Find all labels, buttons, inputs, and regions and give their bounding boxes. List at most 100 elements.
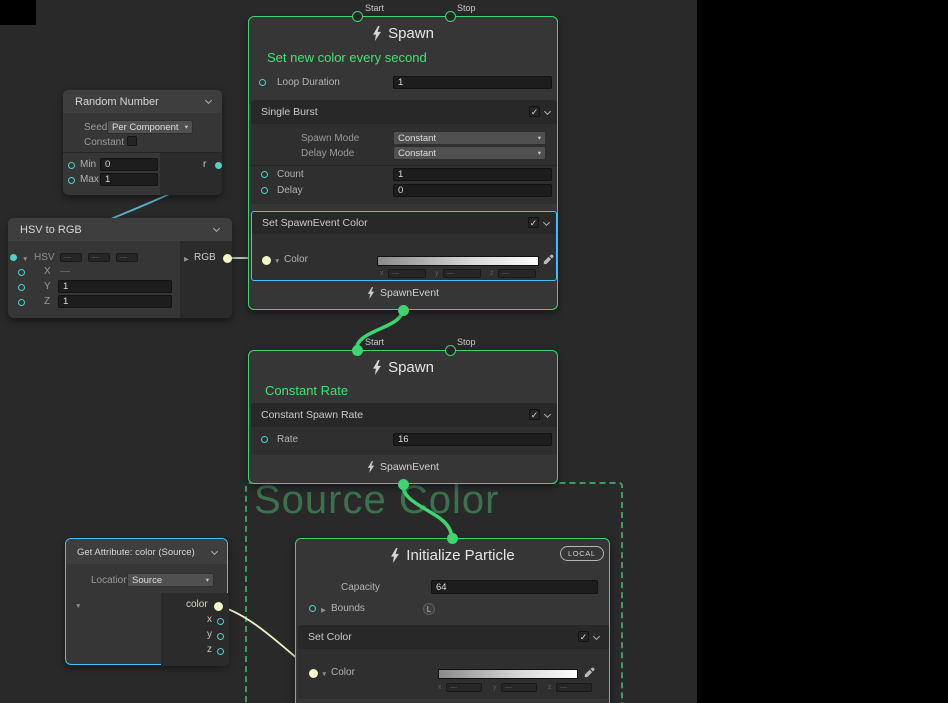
y-value: 1 [63,281,68,292]
eyedropper-icon[interactable] [584,667,595,678]
delay-mode-dropdown[interactable]: Constant▾ [393,146,546,160]
node-subtitle[interactable]: Set new color every second [267,50,427,65]
color-gradient-field[interactable] [377,256,539,266]
color-input-port[interactable] [262,256,271,265]
sub-z-label: z [490,270,494,277]
node-title: Spawn [388,25,434,42]
flow-input-port[interactable] [447,533,458,544]
hsv-expander-icon[interactable]: ▼ [22,256,28,263]
max-field[interactable]: 1 [100,173,158,186]
min-field[interactable]: 0 [100,158,158,171]
block-enabled-checkbox[interactable]: ✓ [578,631,589,642]
spawnevent-output-port[interactable] [398,305,409,316]
x-input-port[interactable] [18,269,25,276]
sub-x-label: x [438,684,442,691]
constant-checkbox[interactable] [127,136,137,146]
spawn-context-2[interactable]: Start Stop Spawn Constant Rate Constant … [248,350,558,484]
x-output-port[interactable] [217,618,224,625]
initialize-particle-node[interactable]: Initialize Particle LOCAL Capacity 64 ▶ … [295,538,610,703]
single-burst-block[interactable]: Single Burst ✓ Spawn Mode Constant▾ Dela… [251,100,557,204]
y-label: Y [44,281,51,292]
stop-flow-port[interactable] [445,345,456,356]
group-title: Source Color [254,478,499,523]
random-number-node[interactable]: Random Number Seed Per Component▾ Consta… [63,90,222,195]
start-flow-port[interactable] [352,345,363,356]
delay-mode-value: Constant [398,148,436,159]
spawnevent-label: SpawnEvent [380,461,439,473]
local-badge[interactable]: LOCAL [560,546,604,561]
z-input-port[interactable] [18,299,25,306]
y-input-port[interactable] [18,284,25,291]
dash: — [447,270,454,277]
block-enabled-checkbox[interactable]: ✓ [529,409,540,420]
sub-x-label: x [380,270,384,277]
color-input-port[interactable] [309,669,318,678]
spawn-mode-dropdown[interactable]: Constant▾ [393,131,546,145]
delay-port[interactable] [261,187,268,194]
divider [251,165,557,166]
spawn-context-1[interactable]: Start Stop Spawn Set new color every sec… [248,16,558,310]
rate-field[interactable]: 16 [393,433,552,446]
color-gradient-field[interactable] [438,669,578,679]
count-port[interactable] [261,171,268,178]
location-dropdown[interactable]: Source▾ [127,573,214,587]
rgb-output-port[interactable] [223,254,232,263]
loop-duration-field[interactable]: 1 [393,76,552,89]
hsv-input-port[interactable] [10,254,17,261]
hsv-to-rgb-node[interactable]: HSV to RGB ▼ HSV — — — X — Y 1 Z 1 ▶ RGB [8,218,232,318]
rgb-expander-icon[interactable]: ▶ [184,255,189,263]
block-enabled-checkbox[interactable]: ✓ [529,106,540,117]
max-value: 1 [105,174,110,185]
constant-spawn-rate-block[interactable]: Constant Spawn Rate ✓ Rate 16 [251,403,557,455]
rgb-output-label: RGB [194,252,216,263]
dash: — [505,684,512,691]
capacity-field[interactable]: 64 [431,580,598,594]
loop-duration-value: 1 [398,77,403,88]
color-output-port[interactable] [214,602,223,611]
color-label: Color [284,254,308,265]
dash: — [64,254,71,261]
vfx-graph-canvas[interactable]: Source Color Start Stop Spawn Set new co… [0,0,948,703]
spawnevent-footer: SpawnEvent [249,287,557,299]
seed-dropdown[interactable]: Per Component▾ [107,120,193,134]
z-field[interactable]: 1 [58,295,172,308]
output-r-port[interactable] [215,162,222,169]
eyedropper-icon[interactable] [543,254,554,265]
stop-flow-port[interactable] [445,11,456,22]
outputs-expander-icon[interactable]: ▼ [75,603,81,610]
z-output-port[interactable] [217,648,224,655]
bounds-expander-icon[interactable]: ▶ [321,606,326,614]
set-color-block[interactable]: Set Color ✓ ▼ Color x — y — z — [298,625,609,699]
y-output-label: y [207,629,212,640]
set-spawnevent-color-block[interactable]: Set SpawnEvent Color ✓ ▼ Color x — y — z… [251,211,557,281]
y-output-port[interactable] [217,633,224,640]
node-title: Spawn [388,359,434,376]
color-expander-icon[interactable]: ▼ [321,671,327,678]
max-port[interactable] [68,177,75,184]
color-expander-icon[interactable]: ▼ [274,258,280,265]
rate-port[interactable] [261,436,268,443]
loop-duration-port[interactable] [259,79,266,86]
get-attribute-node[interactable]: Get Attribute: color (Source) Location S… [65,538,228,665]
block-title: Set SpawnEvent Color [262,217,368,229]
color-output-label: color [186,599,208,610]
start-port-label: Start [365,3,384,13]
sub-x-field: — [388,269,426,278]
node-subtitle[interactable]: Constant Rate [265,383,348,398]
delay-field[interactable]: 0 [393,184,552,197]
node-title-row: Spawn [249,25,557,42]
start-flow-port[interactable] [352,11,363,22]
check-icon: ✓ [530,218,538,228]
count-field[interactable]: 1 [393,168,552,181]
sub-y-label: y [493,684,497,691]
capacity-label: Capacity [341,582,380,593]
bounds-port[interactable] [309,605,316,612]
block-enabled-checkbox[interactable]: ✓ [528,217,539,228]
local-space-icon[interactable]: L [423,603,435,615]
spawn-mode-value: Constant [398,133,436,144]
node-title: HSV to RGB [20,224,82,236]
y-field[interactable]: 1 [58,280,172,293]
block-title: Constant Spawn Rate [261,409,363,421]
min-port[interactable] [68,162,75,169]
spawnevent-output-port[interactable] [398,479,409,490]
